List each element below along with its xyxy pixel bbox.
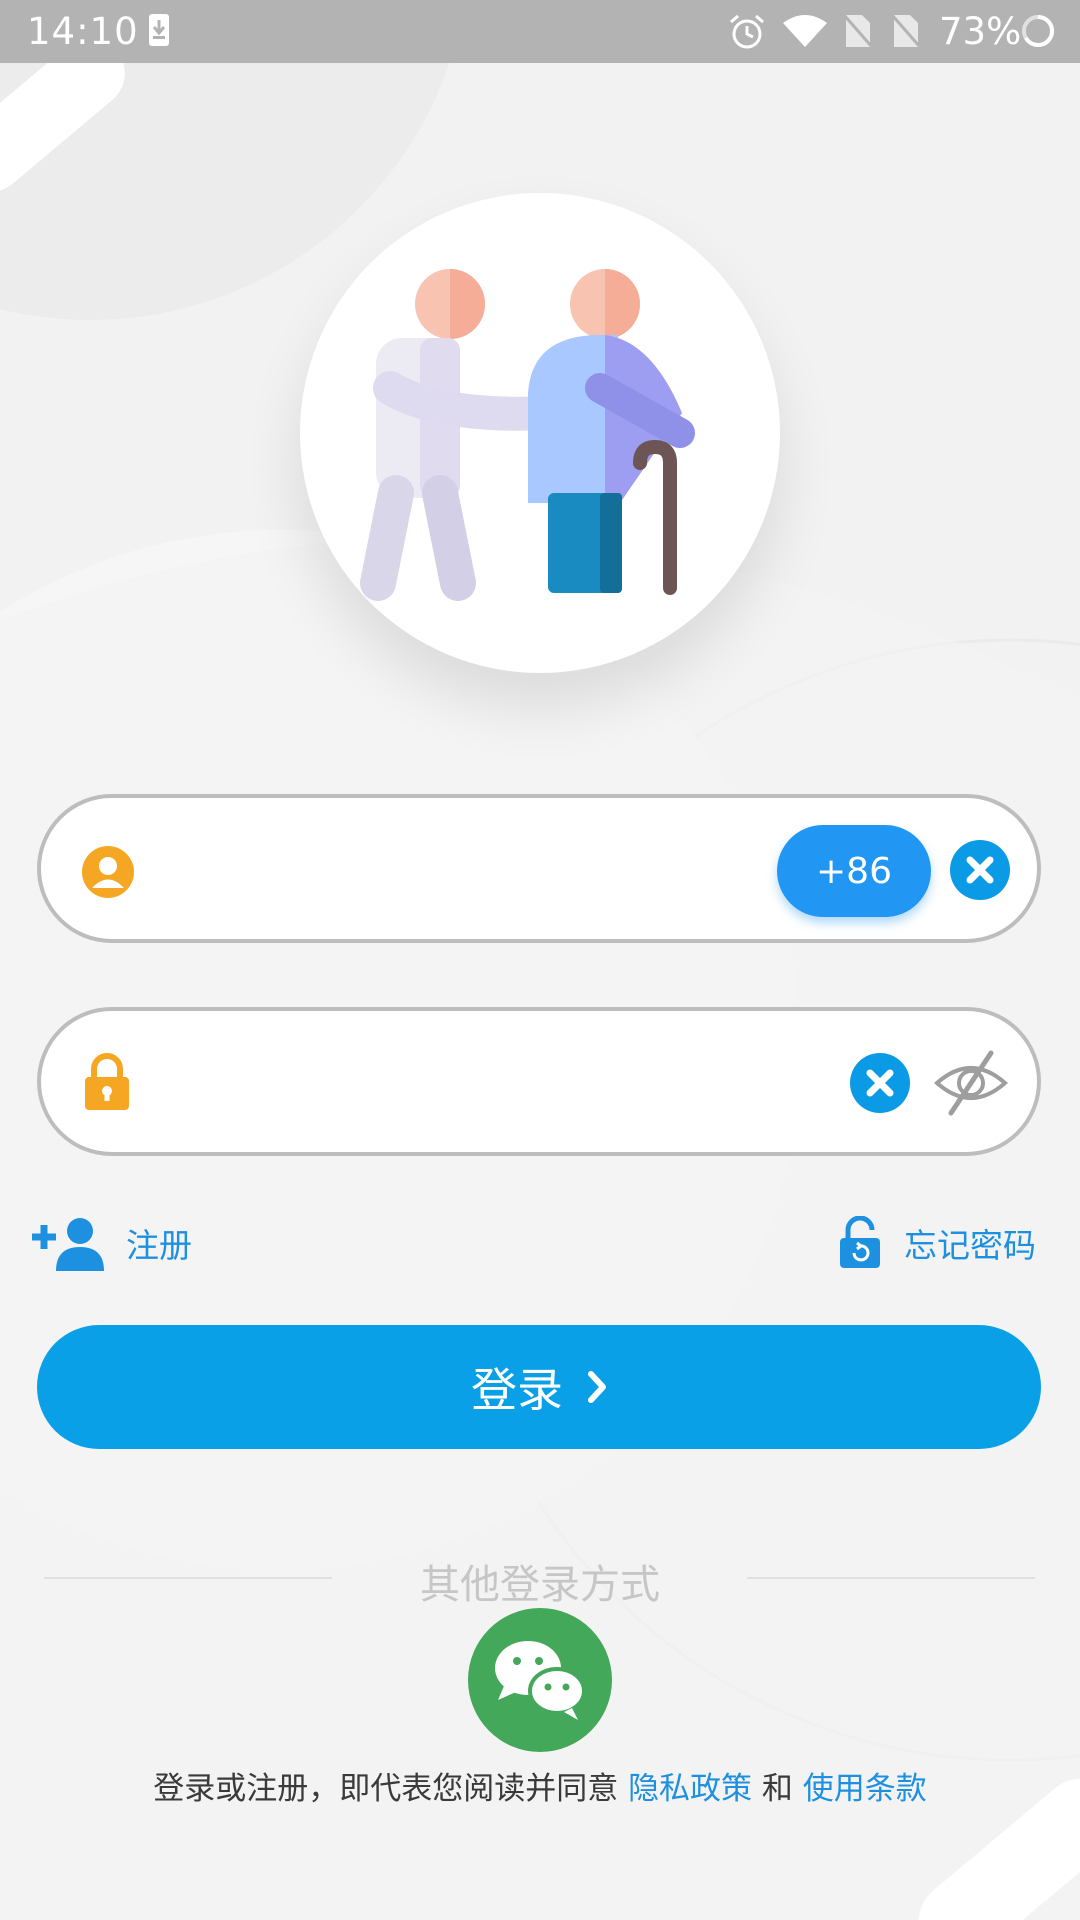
login-button[interactable]: 登录	[37, 1325, 1041, 1449]
password-input[interactable]	[161, 1041, 685, 1123]
battery-icon	[1022, 14, 1055, 47]
battery-percentage: 73%	[939, 10, 1022, 53]
terms-of-use-link[interactable]: 使用条款	[803, 1771, 927, 1807]
status-time: 14:10	[27, 10, 139, 53]
phone-field: +86	[37, 794, 1041, 943]
agreement-prefix: 登录或注册，即代表您阅读并同意	[153, 1771, 619, 1807]
forgot-password-link[interactable]: 忘记密码	[838, 1215, 1036, 1271]
agreement-text: 登录或注册，即代表您阅读并同意 隐私政策 和 使用条款	[0, 1763, 1080, 1808]
register-label: 注册	[126, 1226, 192, 1265]
register-link[interactable]: 注册	[30, 1215, 192, 1271]
eye-off-icon[interactable]	[933, 1047, 1009, 1119]
clear-phone-icon[interactable]	[949, 839, 1011, 901]
divider-right	[747, 1577, 1035, 1579]
login-label: 登录	[471, 1363, 563, 1417]
wechat-icon	[495, 1641, 586, 1720]
add-user-icon	[32, 1218, 104, 1271]
download-icon	[149, 14, 169, 46]
wifi-icon	[783, 15, 827, 47]
divider-left	[44, 1577, 332, 1579]
elderly-care-icon	[360, 269, 695, 601]
country-code-button[interactable]: +86	[777, 825, 931, 917]
chevron-right-icon	[588, 1371, 606, 1403]
agreement-conjunction: 和	[761, 1771, 793, 1807]
privacy-policy-link[interactable]: 隐私政策	[628, 1771, 752, 1807]
app-logo	[300, 193, 780, 673]
other-login-label: 其他登录方式	[420, 1562, 660, 1608]
phone-input[interactable]	[161, 828, 685, 910]
clear-password-icon[interactable]	[849, 1052, 911, 1114]
wechat-login-button[interactable]	[468, 1608, 612, 1752]
password-field	[37, 1007, 1041, 1156]
status-bar: 14:10 73%	[0, 0, 1080, 63]
user-icon	[82, 846, 134, 898]
alarm-icon	[730, 14, 764, 49]
no-sim-icon	[842, 14, 874, 48]
lock-icon	[85, 1053, 129, 1110]
reset-lock-icon	[840, 1216, 880, 1268]
forgot-password-label: 忘记密码	[904, 1226, 1036, 1265]
no-sim-icon	[890, 14, 922, 48]
